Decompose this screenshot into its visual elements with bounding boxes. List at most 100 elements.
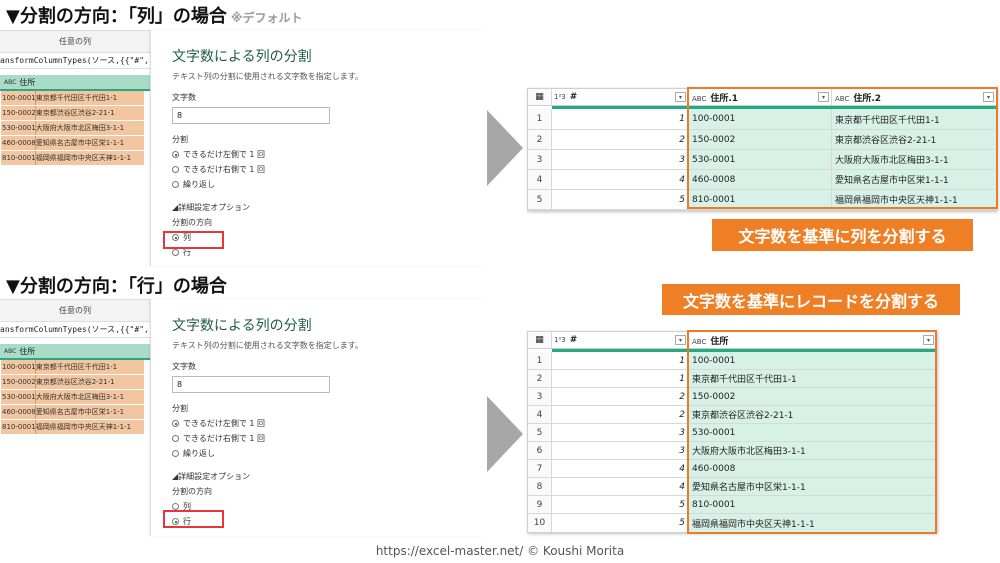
- radio-icon: [172, 435, 179, 442]
- chevron-down-icon[interactable]: ▾: [983, 92, 994, 102]
- direction-label: 分割の方向: [172, 218, 212, 227]
- text-type-icon: ABC: [835, 94, 850, 103]
- cell-number: 2: [552, 388, 689, 405]
- table-icon[interactable]: ▦: [528, 332, 552, 348]
- cell-address: 460-0008: [689, 460, 936, 477]
- row-index: 6: [528, 442, 552, 459]
- row-index: 7: [528, 460, 552, 477]
- cell-number: 4: [552, 170, 689, 189]
- table-row[interactable]: 1 1 100-0001 東京都千代田区千代田1-1: [528, 109, 996, 130]
- power-query-preview-rows: 任意の列 ansformColumnTypes(ソース,{{"#", I ABC…: [0, 299, 150, 536]
- section-title-columns: ▼分割の方向：「列」の場合 ※デフォルト: [6, 2, 303, 28]
- copyright-footer: https://excel-master.net/ © Koushi Morit…: [375, 544, 625, 558]
- address-rows: 100-0001東京都千代田区千代田1-1 150-0002東京都渋谷区渋谷2-…: [0, 91, 144, 166]
- radio-icon: [172, 166, 179, 173]
- formula-bar[interactable]: ansformColumnTypes(ソース,{{"#", I: [0, 322, 150, 338]
- table-row[interactable]: 6 3 大阪府大阪市北区梅田3-1-1: [528, 442, 936, 460]
- advanced-options-toggle[interactable]: ◢詳細設定オプション: [172, 471, 483, 482]
- char-count-input[interactable]: 8: [172, 107, 330, 124]
- char-count-input[interactable]: 8: [172, 376, 330, 393]
- table-row[interactable]: 3 2 150-0002: [528, 388, 936, 406]
- cell-address: 150-0002: [689, 388, 936, 405]
- radio-icon: [172, 450, 179, 457]
- cell-number: 3: [552, 442, 689, 459]
- option-label: できるだけ左側で 1 回: [183, 150, 266, 159]
- cell-address-1: 810-0001: [689, 190, 832, 209]
- cell-address-1: 100-0001: [689, 109, 832, 129]
- table-row: 530-0001大阪府大阪市北区梅田3-1-1: [1, 121, 144, 136]
- chevron-down-icon[interactable]: ▾: [675, 92, 686, 102]
- table-row: 810-0001福岡県福岡市中央区天神1-1-1: [1, 420, 144, 435]
- table-row[interactable]: 9 5 810-0001: [528, 496, 936, 514]
- address-column-header[interactable]: ABC 住所: [0, 75, 150, 91]
- result-table-columns: ▦ 1²3 # ▾ ABC 住所.1 ▾ ABC 住所.2 ▾ 1 1 100-0001 東京都千…: [527, 88, 997, 211]
- power-query-preview-columns: 任意の列 ansformColumnTypes(ソース,{{"#", I ABC…: [0, 30, 150, 266]
- address-column-header[interactable]: ABC 住所: [0, 344, 150, 360]
- table-row[interactable]: 5 3 530-0001: [528, 424, 936, 442]
- split-option-left-once[interactable]: できるだけ左側で 1 回: [172, 149, 483, 160]
- direction-highlight-box: [163, 231, 224, 249]
- option-label: できるだけ左側で 1 回: [183, 419, 266, 428]
- radio-selected-icon: [172, 151, 179, 158]
- column-header-address[interactable]: ABC 住所 ▾: [689, 332, 936, 348]
- row-index: 1: [528, 352, 552, 369]
- column-header-address-2[interactable]: ABC 住所.2 ▾: [832, 89, 996, 105]
- char-count-label: 文字数: [172, 93, 196, 102]
- dialog-title: 文字数による列の分割: [172, 318, 312, 334]
- chevron-down-icon[interactable]: ▾: [923, 335, 934, 345]
- split-option-repeat[interactable]: 繰り返し: [172, 448, 483, 459]
- column-name-header: 任意の列: [0, 300, 150, 322]
- text-type-icon: ABC: [692, 337, 707, 346]
- table-row[interactable]: 4 2 東京都渋谷区渋谷2-21-1: [528, 406, 936, 424]
- column-header-number[interactable]: 1²3 # ▾: [552, 89, 689, 105]
- row-index: 4: [528, 406, 552, 423]
- table-row: 150-0002東京都渋谷区渋谷2-21-1: [1, 106, 144, 121]
- advanced-options-toggle[interactable]: ◢詳細設定オプション: [172, 202, 483, 213]
- row-index: 3: [528, 388, 552, 405]
- cell-value: 810-0001福岡県福岡市中央区天神1-1-1: [2, 154, 132, 162]
- cell-number: 5: [552, 514, 689, 532]
- column-header-address-1[interactable]: ABC 住所.1 ▾: [689, 89, 832, 105]
- table-icon[interactable]: ▦: [528, 89, 552, 105]
- column-header-number[interactable]: 1²3 # ▾: [552, 332, 689, 348]
- table-row[interactable]: 2 1 東京都千代田区千代田1-1: [528, 370, 936, 388]
- cell-address: 大阪府大阪市北区梅田3-1-1: [689, 442, 936, 459]
- table-row[interactable]: 3 3 530-0001 大阪府大阪市北区梅田3-1-1: [528, 150, 996, 170]
- split-option-right-once[interactable]: できるだけ右側で 1 回: [172, 433, 483, 444]
- table-row: 530-0001大阪府大阪市北区梅田3-1-1: [1, 390, 144, 405]
- radio-icon: [172, 181, 179, 188]
- right-arrow-icon: [487, 396, 523, 472]
- chevron-down-icon[interactable]: ▾: [818, 92, 829, 102]
- table-row[interactable]: 1 1 100-0001: [528, 352, 936, 370]
- table-row[interactable]: 2 2 150-0002 東京都渋谷区渋谷2-21-1: [528, 130, 996, 150]
- table-row[interactable]: 10 5 福岡県福岡市中央区天神1-1-1: [528, 514, 936, 532]
- cell-value: 100-0001東京都千代田区千代田1-1: [2, 363, 118, 371]
- cell-value: 100-0001東京都千代田区千代田1-1: [2, 94, 118, 102]
- right-arrow-icon: [487, 110, 523, 186]
- header-label: #: [569, 335, 578, 345]
- cell-address-2: 東京都千代田区千代田1-1: [832, 109, 996, 129]
- table-row[interactable]: 4 4 460-0008 愛知県名古屋市中区栄1-1-1: [528, 170, 996, 190]
- split-option-repeat[interactable]: 繰り返し: [172, 179, 483, 190]
- column-header-label: 住所: [19, 346, 36, 356]
- split-label: 分割: [172, 404, 188, 413]
- split-option-left-once[interactable]: できるだけ左側で 1 回: [172, 418, 483, 429]
- cell-address-1: 460-0008: [689, 170, 832, 189]
- section-title-rows: ▼分割の方向：「行」の場合: [6, 272, 227, 298]
- result-rows: 1 1 100-0001 2 1 東京都千代田区千代田1-1 3 2 150-0002 42…: [528, 352, 936, 532]
- number-type-icon: 1²3: [554, 336, 566, 344]
- row-index: 5: [528, 190, 552, 209]
- table-row[interactable]: 8 4 愛知県名古屋市中区栄1-1-1: [528, 478, 936, 496]
- cell-address-2: 大阪府大阪市北区梅田3-1-1: [832, 150, 996, 169]
- option-label: できるだけ右側で 1 回: [183, 165, 266, 174]
- table-row[interactable]: 7 4 460-0008: [528, 460, 936, 478]
- formula-bar[interactable]: ansformColumnTypes(ソース,{{"#", I: [0, 53, 150, 69]
- result-header: ▦ 1²3 # ▾ ABC 住所 ▾: [528, 332, 936, 349]
- column-header-label: 住所: [19, 77, 36, 87]
- cell-number: 1: [552, 370, 689, 387]
- chevron-down-icon[interactable]: ▾: [675, 335, 686, 345]
- cell-number: 4: [552, 478, 689, 495]
- table-row: 810-0001福岡県福岡市中央区天神1-1-1: [1, 151, 144, 166]
- split-option-right-once[interactable]: できるだけ右側で 1 回: [172, 164, 483, 175]
- table-row[interactable]: 5 5 810-0001 福岡県福岡市中央区天神1-1-1: [528, 190, 996, 210]
